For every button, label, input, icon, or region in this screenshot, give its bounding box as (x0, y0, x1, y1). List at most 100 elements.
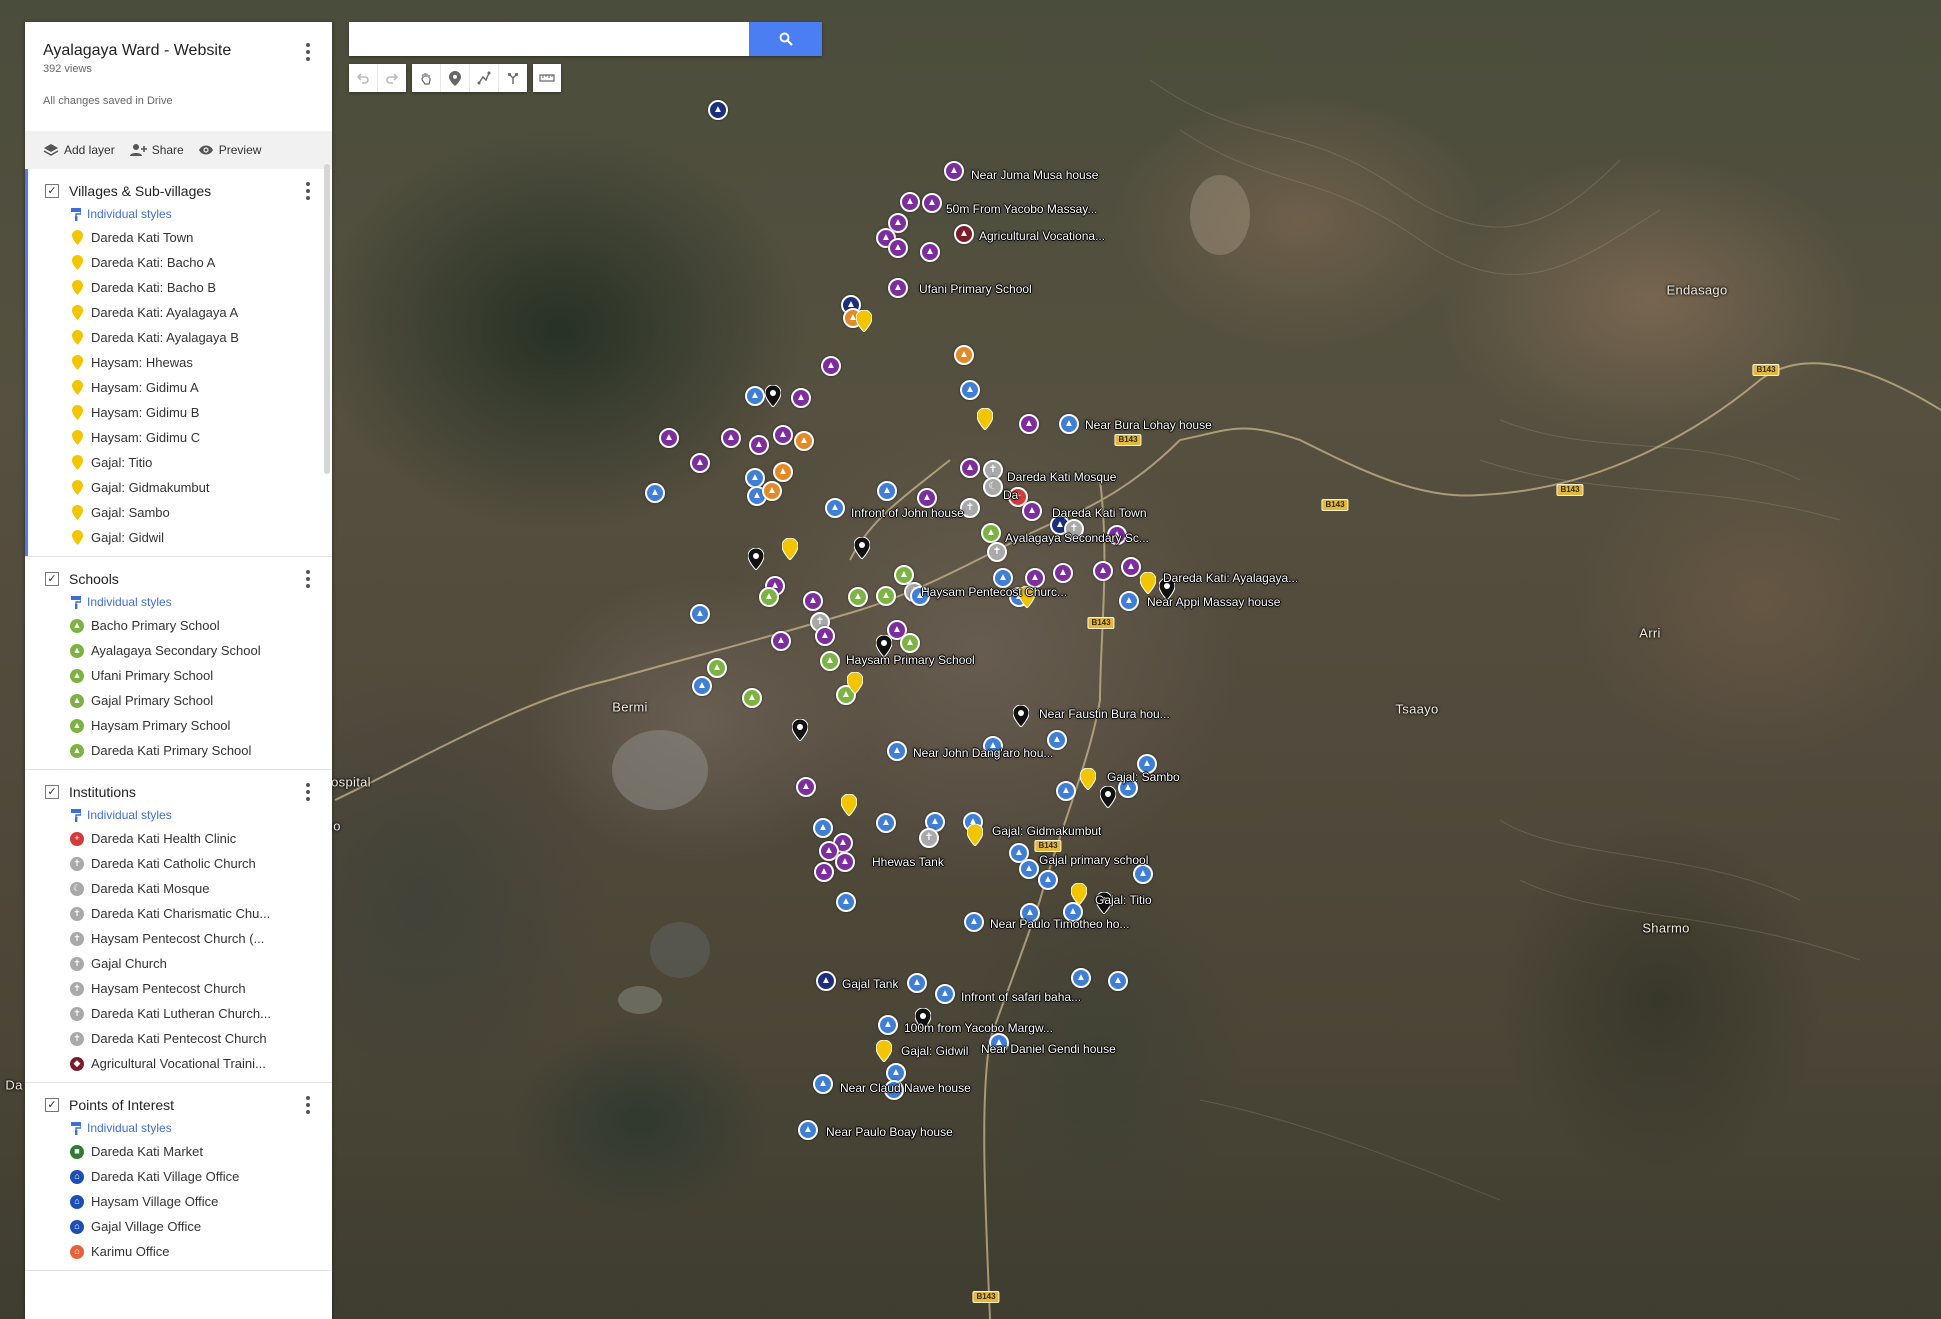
market-marker[interactable]: ▲ (762, 481, 782, 501)
point-pin-icon[interactable] (1013, 705, 1029, 727)
layer-item[interactable]: ⌂ Dareda Kati Village Office (25, 1164, 332, 1189)
village-pin-icon[interactable] (977, 408, 993, 430)
layer-item[interactable]: ✝ Dareda Kati Catholic Church (25, 851, 332, 876)
market-marker[interactable]: ▲ (954, 345, 974, 365)
layer-visibility-checkbox[interactable]: ✓ (45, 785, 59, 799)
water-point-marker[interactable]: ▲ (1071, 968, 1091, 988)
water-point-marker[interactable]: ▲ (825, 498, 845, 518)
panel-scrollbar[interactable] (324, 164, 330, 474)
village-pin-icon[interactable] (1080, 768, 1096, 790)
water-point-marker[interactable]: ▲ (721, 428, 741, 448)
water-point-marker[interactable]: ▲ (791, 388, 811, 408)
village-pin-icon[interactable] (841, 794, 857, 816)
water-point-marker[interactable]: ▲ (1019, 414, 1039, 434)
layer-item[interactable]: ✝ Haysam Pentecost Church (... (25, 926, 332, 951)
layer-name[interactable]: Villages & Sub-villages (69, 183, 332, 199)
water-point-marker[interactable]: ▲ (645, 483, 665, 503)
layer-item[interactable]: ☾ Dareda Kati Mosque (25, 876, 332, 901)
water-point-marker[interactable]: ▲ (900, 192, 920, 212)
layer-options-button[interactable] (298, 181, 318, 201)
layer-options-button[interactable] (298, 1095, 318, 1115)
water-point-marker[interactable]: ▲ (960, 380, 980, 400)
water-point-marker[interactable]: ▲ (798, 1120, 818, 1140)
layer-style-link[interactable]: Individual styles (25, 591, 332, 613)
village-pin-icon[interactable] (847, 672, 863, 694)
water-point-marker[interactable]: ▲ (692, 676, 712, 696)
redo-button[interactable] (378, 64, 406, 92)
layer-item[interactable]: Haysam: Gidimu A (25, 375, 332, 400)
search-button[interactable] (749, 22, 822, 56)
layer-item[interactable]: ▲ Haysam Primary School (25, 713, 332, 738)
layer-options-button[interactable] (298, 782, 318, 802)
point-pin-icon[interactable] (792, 719, 808, 741)
water-point-marker[interactable]: ▲ (749, 435, 769, 455)
layer-visibility-checkbox[interactable]: ✓ (45, 572, 59, 586)
water-point-marker[interactable]: ▲ (745, 468, 765, 488)
water-point-marker[interactable]: ▲ (935, 984, 955, 1004)
draw-line-button[interactable] (470, 64, 499, 92)
layer-item[interactable]: ⌂ Haysam Village Office (25, 1189, 332, 1214)
water-point-marker[interactable]: ▲ (835, 852, 855, 872)
layer-item[interactable]: ⌂ Karimu Office (25, 1239, 332, 1264)
water-point-marker[interactable]: ▲ (877, 481, 897, 501)
school-marker[interactable]: ▲ (981, 523, 1001, 543)
water-point-marker[interactable]: ▲ (1038, 870, 1058, 890)
point-pin-icon[interactable] (765, 385, 781, 407)
layer-item[interactable]: ◆ Agricultural Vocational Traini... (25, 1051, 332, 1076)
village-pin-icon[interactable] (1140, 572, 1156, 594)
layer-item[interactable]: ▲ Bacho Primary School (25, 613, 332, 638)
church-marker[interactable]: ✝ (987, 542, 1007, 562)
layer-item[interactable]: Dareda Kati: Ayalagaya B (25, 325, 332, 350)
layer-item[interactable]: ✝ Dareda Kati Pentecost Church (25, 1026, 332, 1051)
village-pin-icon[interactable] (1071, 883, 1087, 905)
layer-item[interactable]: ✝ Dareda Kati Lutheran Church... (25, 1001, 332, 1026)
water-point-marker[interactable]: ▲ (1019, 859, 1039, 879)
water-point-marker[interactable]: ▲ (1108, 971, 1128, 991)
add-marker-button[interactable] (441, 64, 470, 92)
water-point-marker[interactable]: ▲ (773, 425, 793, 445)
school-marker[interactable]: ▲ (707, 658, 727, 678)
water-point-marker[interactable]: ▲ (690, 453, 710, 473)
pan-tool-button[interactable] (412, 64, 441, 92)
layer-item[interactable]: ✝ Dareda Kati Charismatic Chu... (25, 901, 332, 926)
school-marker[interactable]: ▲ (894, 565, 914, 585)
layer-style-link[interactable]: Individual styles (25, 804, 332, 826)
water-point-marker[interactable]: ▲ (922, 193, 942, 213)
water-point-marker[interactable]: ▲ (1059, 414, 1079, 434)
school-marker[interactable]: ▲ (820, 651, 840, 671)
office-marker[interactable]: ▲ (708, 100, 728, 120)
water-point-marker[interactable]: ▲ (814, 862, 834, 882)
market-marker[interactable]: ▲ (794, 431, 814, 451)
water-point-marker[interactable]: ▲ (836, 892, 856, 912)
water-point-marker[interactable]: ▲ (796, 777, 816, 797)
preview-button[interactable]: Preview (198, 143, 261, 157)
layer-item[interactable]: ▲ Ufani Primary School (25, 663, 332, 688)
water-point-marker[interactable]: ▲ (888, 238, 908, 258)
undo-button[interactable] (349, 64, 378, 92)
school-marker[interactable]: ▲ (742, 688, 762, 708)
layer-item[interactable]: ▲ Ayalagaya Secondary School (25, 638, 332, 663)
layer-visibility-checkbox[interactable]: ✓ (45, 1098, 59, 1112)
water-point-marker[interactable]: ▲ (876, 813, 896, 833)
layer-item[interactable]: ✝ Haysam Pentecost Church (25, 976, 332, 1001)
directions-button[interactable] (499, 64, 527, 92)
layer-item[interactable]: Gajal: Titio (25, 450, 332, 475)
layer-item[interactable]: Gajal: Sambo (25, 500, 332, 525)
water-point-marker[interactable]: ▲ (1056, 781, 1076, 801)
water-point-marker[interactable]: ▲ (771, 631, 791, 651)
layer-item[interactable]: Dareda Kati: Ayalagaya A (25, 300, 332, 325)
water-point-marker[interactable]: ▲ (907, 973, 927, 993)
map-options-button[interactable] (298, 42, 318, 62)
school-marker[interactable]: ▲ (848, 587, 868, 607)
layer-item[interactable]: Haysam: Gidimu C (25, 425, 332, 450)
water-point-marker[interactable]: ▲ (944, 161, 964, 181)
measure-button[interactable] (533, 64, 561, 92)
layer-item[interactable]: Dareda Kati: Bacho B (25, 275, 332, 300)
water-point-marker[interactable]: ▲ (815, 626, 835, 646)
village-pin-icon[interactable] (856, 310, 872, 332)
church-marker[interactable]: ✝ (919, 828, 939, 848)
village-pin-icon[interactable] (782, 538, 798, 560)
market-marker[interactable]: ▲ (773, 462, 793, 482)
water-point-marker[interactable]: ▲ (813, 1074, 833, 1094)
layer-item[interactable]: Dareda Kati: Bacho A (25, 250, 332, 275)
